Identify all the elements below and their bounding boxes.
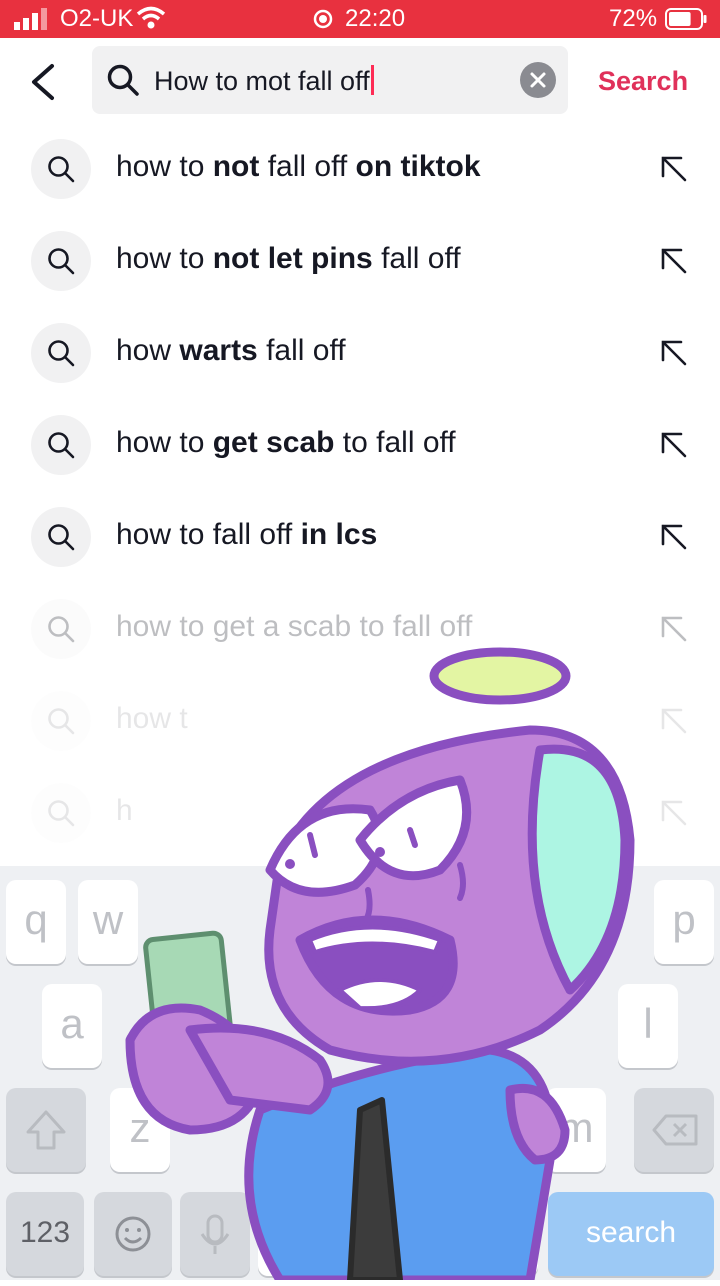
screen-record-icon	[313, 9, 333, 29]
search-icon	[48, 524, 75, 551]
numbers-key[interactable]: 123	[6, 1192, 84, 1276]
crying-character-sticker	[125, 647, 635, 1280]
suggestion-text-highlight: warts	[179, 334, 258, 367]
suggestion-row[interactable]: how warts fall off	[0, 306, 720, 398]
suggestion-search-icon	[31, 783, 91, 843]
suggestion-text-part: fall off	[257, 334, 346, 367]
fill-query-arrow-icon[interactable]	[655, 334, 691, 370]
fill-query-arrow-icon[interactable]	[655, 150, 691, 186]
search-icon	[48, 708, 75, 735]
suggestion-text-part: how to get a scab to fall off	[116, 610, 473, 643]
suggestion-text-part: how to	[116, 150, 213, 183]
key-a[interactable]: a	[42, 984, 102, 1068]
shift-key[interactable]	[6, 1088, 86, 1172]
suggestion-search-icon	[31, 323, 91, 383]
suggestion-text-part: how to	[116, 242, 213, 275]
status-bar: O2-UK 22:20 72%	[0, 0, 720, 38]
clock: 22:20	[345, 5, 406, 32]
shift-icon	[26, 1110, 66, 1150]
suggestion-text: how to get scab to fall off	[116, 426, 456, 460]
suggestion-text-part: to fall off	[334, 426, 456, 459]
fill-query-arrow-icon[interactable]	[655, 242, 691, 278]
suggestion-text-highlight: get scab	[212, 426, 335, 459]
suggestion-row[interactable]: how to not let pins fall off	[0, 214, 720, 306]
wifi-icon	[136, 6, 166, 29]
suggestion-text: how warts fall off	[116, 334, 346, 368]
suggestion-text-part: fall off	[259, 150, 356, 183]
search-icon	[48, 248, 75, 275]
suggestion-text-highlight: not let pins	[212, 242, 373, 275]
suggestion-text: how to get a scab to fall off	[116, 610, 472, 644]
search-icon	[48, 616, 75, 643]
suggestion-text-part: how to fall off	[116, 518, 301, 551]
suggestion-search-icon	[31, 691, 91, 751]
clear-input-button[interactable]	[520, 62, 556, 98]
carrier-name: O2-UK	[60, 5, 134, 32]
suggestion-row[interactable]: how to not fall off on tiktok	[0, 122, 720, 214]
search-submit-button[interactable]: Search	[598, 66, 688, 97]
halo	[429, 647, 571, 705]
suggestion-text-highlight: not	[212, 150, 260, 183]
fill-query-arrow-icon[interactable]	[655, 518, 691, 554]
suggestion-search-icon	[31, 139, 91, 199]
suggestion-search-icon	[31, 507, 91, 567]
signal-icon	[14, 8, 47, 30]
search-icon	[107, 64, 139, 96]
suggestion-text-highlight: on tiktok	[355, 150, 481, 183]
suggestion-text: how to not fall off on tiktok	[116, 150, 481, 184]
back-arrow-icon[interactable]	[22, 60, 66, 104]
fill-query-arrow-icon[interactable]	[655, 426, 691, 462]
battery-icon	[665, 8, 707, 30]
search-icon	[48, 432, 75, 459]
search-header: How to mot fall off Search	[0, 38, 720, 128]
text-cursor	[370, 65, 374, 95]
search-icon	[48, 156, 75, 183]
search-query-text: How to mot fall off	[154, 65, 374, 97]
suggestion-text-highlight: in lcs	[300, 518, 378, 551]
search-icon	[48, 340, 75, 367]
suggestion-search-icon	[31, 599, 91, 659]
battery-percent: 72%	[609, 5, 658, 32]
suggestion-text-part: how to	[116, 426, 213, 459]
suggestion-text-part: how	[116, 334, 180, 367]
suggestion-text: how to fall off in lcs	[116, 518, 377, 552]
suggestion-text: how to not let pins fall off	[116, 242, 461, 276]
key-q[interactable]: q	[6, 880, 66, 964]
suggestion-row[interactable]: how to fall off in lcs	[0, 490, 720, 582]
search-icon	[48, 800, 75, 827]
suggestion-text-part: fall off	[372, 242, 461, 275]
search-input[interactable]: How to mot fall off	[92, 46, 568, 114]
suggestion-search-icon	[31, 415, 91, 475]
close-icon	[530, 72, 546, 88]
suggestion-search-icon	[31, 231, 91, 291]
suggestion-row[interactable]: how to get scab to fall off	[0, 398, 720, 490]
